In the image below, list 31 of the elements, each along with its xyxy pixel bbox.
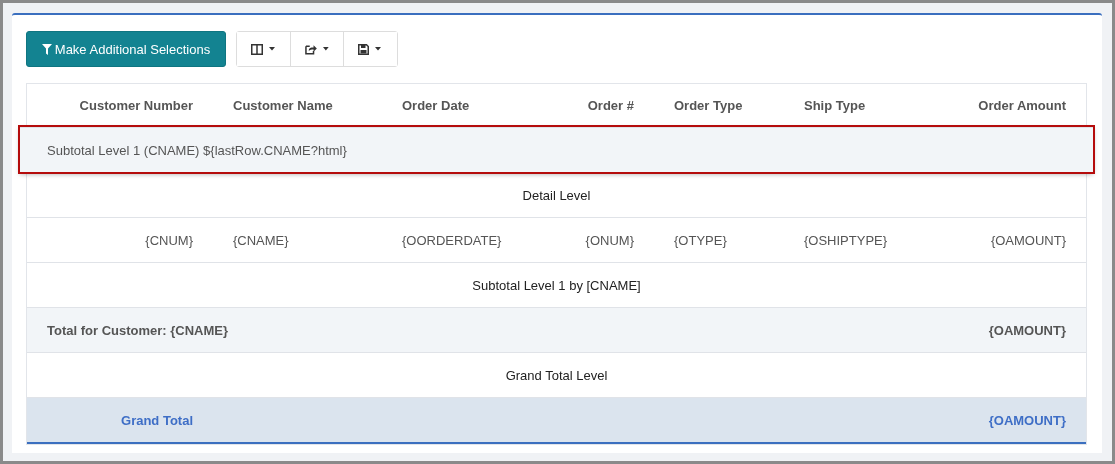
caret-icon	[269, 47, 275, 51]
section-label: Detail Level	[521, 187, 592, 203]
row-text: Subtotal Level 1 (CNAME) ${lastRow.CNAME?html}	[46, 142, 348, 158]
table-cell-text: {ONUM}	[584, 232, 635, 248]
table-cell-text: {OAMOUNT}	[989, 232, 1067, 248]
caret-icon	[375, 47, 381, 51]
table-cell-text: {OORDERDATE}	[401, 232, 503, 248]
caret-icon	[323, 47, 329, 51]
column-header: Order Date	[401, 98, 471, 113]
column-header: Order Type	[673, 98, 744, 113]
table-cell-text: {OTYPE}	[673, 232, 728, 248]
grand-total-label: Grand Total	[120, 412, 194, 428]
column-header: Order Amount	[977, 98, 1067, 113]
selections-button[interactable]: Make Additional Selections	[26, 31, 226, 67]
table-cell-text: {CNUM}	[144, 232, 194, 248]
total-amount: {OAMOUNT}	[987, 322, 1067, 338]
save-icon	[358, 43, 369, 55]
column-header: Customer Number	[78, 98, 194, 113]
grand-total-amount: {OAMOUNT}	[987, 412, 1067, 428]
section-label: Grand Total Level	[504, 367, 609, 383]
table-cell-text: {OSHIPTYPE}	[803, 232, 889, 248]
column-header: Customer Name	[232, 98, 334, 113]
column-header: Ship Type	[803, 98, 867, 113]
column-header: Order #	[586, 98, 635, 113]
section-label: Subtotal Level 1 by [CNAME]	[471, 277, 642, 293]
table-cell-text: {CNAME}	[232, 232, 290, 248]
dropdown-button[interactable]	[237, 32, 291, 66]
filter-icon	[41, 43, 52, 55]
share-icon	[305, 43, 318, 55]
columns-icon	[251, 43, 263, 55]
total-label: Total for Customer: {CNAME}	[46, 322, 230, 338]
